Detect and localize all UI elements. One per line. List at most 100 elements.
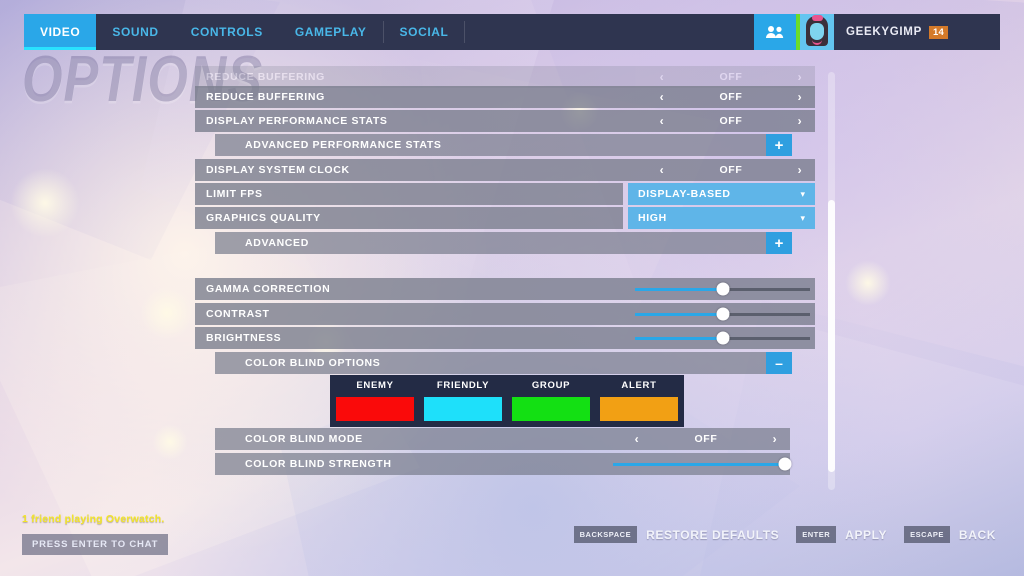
stepper-right-arrow[interactable]: ›	[791, 90, 809, 104]
stepper-left-arrow[interactable]: ‹	[653, 90, 671, 104]
chevron-down-icon: ▾	[800, 212, 805, 223]
stepper-control: ‹ OFF ›	[628, 428, 790, 450]
scrollbar[interactable]	[828, 72, 835, 490]
option-label: BRIGHTNESS	[206, 332, 282, 344]
option-value: OFF	[719, 164, 743, 176]
graphics-quality-dropdown[interactable]: HIGH ▾	[628, 207, 815, 229]
option-row-graphics-quality[interactable]: GRAPHICS QUALITY	[195, 207, 623, 229]
back-action[interactable]: BACK	[959, 528, 996, 542]
option-row-color-blind-options[interactable]: COLOR BLIND OPTIONS	[215, 352, 775, 374]
tab-social[interactable]: SOCIAL	[384, 14, 465, 50]
swatch-friendly[interactable]: FRIENDLY	[420, 377, 506, 425]
stepper-left-arrow[interactable]: ‹	[653, 70, 671, 84]
restore-defaults-action[interactable]: RESTORE DEFAULTS	[646, 528, 779, 542]
gamma-correction-slider[interactable]	[635, 278, 810, 300]
user-block: GEEKYGIMP 14	[754, 14, 1000, 50]
tab-divider	[464, 21, 466, 43]
color-blind-strength-slider[interactable]	[613, 453, 792, 475]
stepper-control: ‹ OFF ›	[653, 66, 815, 88]
tab-sound-label: SOUND	[112, 25, 159, 39]
option-row-limit-fps[interactable]: LIMIT FPS	[195, 183, 623, 205]
stepper-left-arrow[interactable]: ‹	[628, 432, 646, 446]
contrast-slider[interactable]	[635, 303, 810, 325]
press-enter-to-chat-button[interactable]: PRESS ENTER TO CHAT	[22, 534, 169, 555]
options-screen: OPTIONS VIDEO SOUND CONTROLS GAMEPLAY SO…	[0, 0, 1024, 576]
tab-gameplay[interactable]: GAMEPLAY	[279, 14, 383, 50]
option-value: OFF	[719, 71, 743, 83]
tab-controls[interactable]: CONTROLS	[175, 14, 279, 50]
slider-fill	[613, 462, 785, 466]
swatch-label: ALERT	[621, 380, 657, 391]
graphics-quality-value: HIGH	[638, 212, 667, 224]
username-area[interactable]: GEEKYGIMP 14	[834, 14, 1000, 50]
keycap-enter: ENTER	[796, 526, 837, 543]
username: GEEKYGIMP	[846, 26, 922, 38]
slider-handle[interactable]	[778, 457, 792, 471]
option-value: OFF	[694, 433, 718, 445]
avatar[interactable]	[800, 14, 834, 50]
level-badge: 14	[928, 25, 949, 39]
expand-advanced-button[interactable]: +	[766, 232, 792, 254]
slider-handle[interactable]	[716, 331, 729, 345]
swatch-group[interactable]: GROUP	[508, 377, 594, 425]
stepper-right-arrow[interactable]: ›	[791, 163, 809, 177]
swatch-color-alert[interactable]	[600, 397, 678, 421]
apply-action[interactable]: APPLY	[845, 528, 887, 542]
slider-track	[635, 331, 810, 345]
stepper-left-arrow[interactable]: ‹	[653, 163, 671, 177]
swatch-color-group[interactable]	[512, 397, 590, 421]
slider-track	[613, 457, 792, 471]
tab-video-label: VIDEO	[40, 25, 81, 39]
option-label: COLOR BLIND MODE	[245, 433, 363, 445]
collapse-color-blind-options-button[interactable]: –	[766, 352, 792, 374]
stepper-right-arrow[interactable]: ›	[766, 432, 784, 446]
option-label: COLOR BLIND STRENGTH	[245, 458, 392, 470]
footer-actions: BACKSPACE RESTORE DEFAULTS ENTER APPLY E…	[573, 526, 1004, 543]
tab-video[interactable]: VIDEO	[24, 14, 97, 50]
option-row-reduce-buffering-top[interactable]: REDUCE BUFFERING ‹ OFF ›	[195, 66, 815, 88]
lens-flare	[845, 260, 891, 306]
limit-fps-dropdown[interactable]: DISPLAY-BASED ▾	[628, 183, 815, 205]
option-row-display-system-clock[interactable]: DISPLAY SYSTEM CLOCK ‹ OFF ›	[195, 159, 815, 181]
slider-track	[635, 282, 810, 296]
expand-advanced-performance-stats-button[interactable]: +	[766, 134, 792, 156]
plus-icon: +	[774, 234, 784, 252]
option-label: REDUCE BUFFERING	[206, 71, 325, 83]
brightness-slider[interactable]	[635, 327, 810, 349]
option-label: CONTRAST	[206, 308, 270, 320]
tab-sound[interactable]: SOUND	[96, 14, 174, 50]
keycap-escape: ESCAPE	[904, 526, 950, 543]
plus-icon: +	[774, 136, 784, 154]
scrollbar-thumb[interactable]	[828, 200, 835, 472]
option-row-reduce-buffering[interactable]: REDUCE BUFFERING ‹ OFF ›	[195, 86, 815, 108]
option-label: COLOR BLIND OPTIONS	[245, 357, 381, 369]
option-label: DISPLAY SYSTEM CLOCK	[206, 164, 350, 176]
swatch-label: ENEMY	[356, 380, 394, 391]
stepper-left-arrow[interactable]: ‹	[653, 114, 671, 128]
option-label: REDUCE BUFFERING	[206, 91, 325, 103]
color-blind-swatch-panel: ENEMY FRIENDLY GROUP ALERT	[330, 375, 684, 427]
option-label: GRAPHICS QUALITY	[206, 212, 321, 224]
stepper-right-arrow[interactable]: ›	[791, 70, 809, 84]
swatch-alert[interactable]: ALERT	[596, 377, 682, 425]
swatch-enemy[interactable]: ENEMY	[332, 377, 418, 425]
swatch-color-friendly[interactable]	[424, 397, 502, 421]
slider-track	[635, 307, 810, 321]
option-row-advanced[interactable]: ADVANCED	[215, 232, 775, 254]
option-label: ADVANCED	[245, 237, 309, 249]
stepper-control: ‹ OFF ›	[653, 110, 815, 132]
group-icon[interactable]	[754, 14, 796, 50]
slider-handle[interactable]	[716, 307, 729, 321]
option-row-display-performance-stats[interactable]: DISPLAY PERFORMANCE STATS ‹ OFF ›	[195, 110, 815, 132]
lens-flare	[10, 168, 80, 238]
tab-bar: VIDEO SOUND CONTROLS GAMEPLAY SOCIAL GEE…	[24, 14, 1000, 50]
option-row-color-blind-mode[interactable]: COLOR BLIND MODE ‹ OFF ›	[215, 428, 790, 450]
lens-flare	[152, 424, 188, 460]
swatch-color-enemy[interactable]	[336, 397, 414, 421]
friend-status: 1 friend playing Overwatch.	[22, 513, 165, 525]
stepper-right-arrow[interactable]: ›	[791, 114, 809, 128]
minus-icon: –	[775, 355, 783, 371]
option-row-advanced-performance-stats[interactable]: ADVANCED PERFORMANCE STATS	[215, 134, 775, 156]
slider-handle[interactable]	[716, 282, 729, 296]
option-label: DISPLAY PERFORMANCE STATS	[206, 115, 388, 127]
